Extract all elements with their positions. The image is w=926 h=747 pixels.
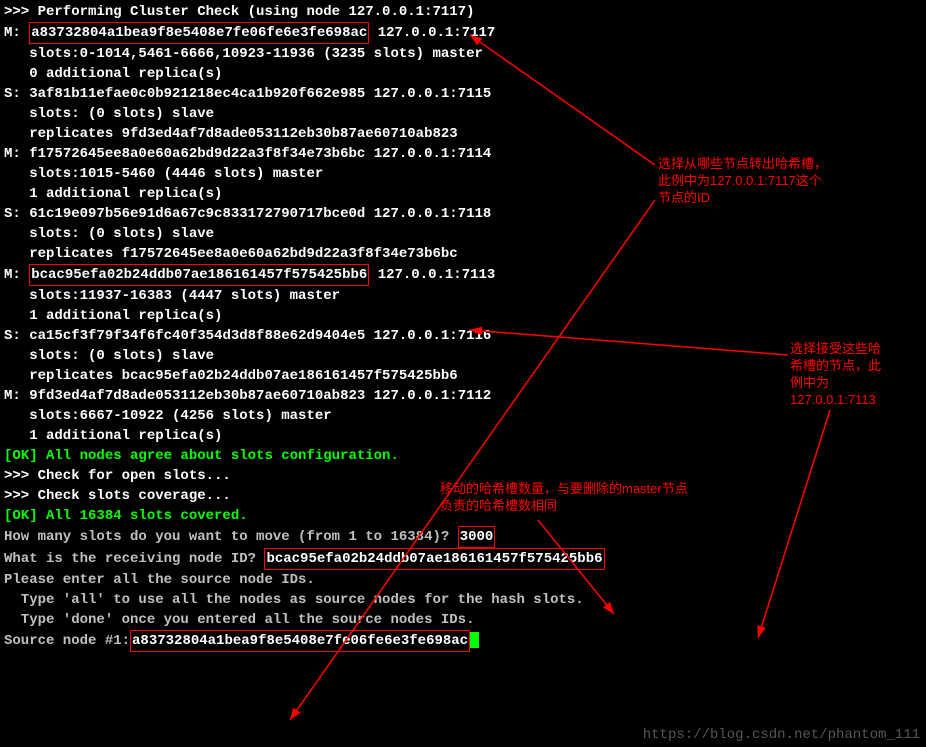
node-id-boxed: bcac95efa02b24ddb07ae186161457f575425bb6 — [29, 264, 369, 286]
slots-line: slots:0-1014,5461-6666,10923-11936 (3235… — [4, 44, 922, 64]
annotation-slot-count: 移动的哈希槽数量，与要删除的master节点负责的哈希槽数相同 — [440, 480, 800, 514]
prompt-source-all: Type 'all' to use all the nodes as sourc… — [4, 590, 922, 610]
node-line: S: 61c19e097b56e91d6a67c9c833172790717bc… — [4, 204, 922, 224]
ok-slots-config: [OK] All nodes agree about slots configu… — [4, 446, 922, 466]
answer-source-node-id: a83732804a1bea9f8e5408e7fe06fe6e3fe698ac — [130, 630, 470, 652]
slots-line: slots: (0 slots) slave — [4, 224, 922, 244]
prompt-source-intro: Please enter all the source node IDs. — [4, 570, 922, 590]
node-line: S: 3af81b11efae0c0b921218ec4ca1b920f662e… — [4, 84, 922, 104]
annotation-receiving-node: 选择接受这些哈希槽的节点，此例中为127.0.0.1:7113 — [790, 340, 926, 408]
node-line: M: a83732804a1bea9f8e5408e7fe06fe6e3fe69… — [4, 22, 922, 44]
node-id-boxed: a83732804a1bea9f8e5408e7fe06fe6e3fe698ac — [29, 22, 369, 44]
answer-slot-count: 3000 — [458, 526, 496, 548]
node-line: M: bcac95efa02b24ddb07ae186161457f575425… — [4, 264, 922, 286]
replicas-line: 1 additional replica(s) — [4, 426, 922, 446]
terminal-output: >>> Performing Cluster Check (using node… — [0, 0, 926, 654]
slots-line: slots:6667-10922 (4256 slots) master — [4, 406, 922, 426]
replicas-line: 1 additional replica(s) — [4, 306, 922, 326]
prompt-how-many-slots[interactable]: How many slots do you want to move (from… — [4, 526, 922, 548]
slots-line: slots: (0 slots) slave — [4, 346, 922, 366]
slots-line: slots: (0 slots) slave — [4, 104, 922, 124]
prompt-source-done: Type 'done' once you entered all the sou… — [4, 610, 922, 630]
node-line: M: 9fd3ed4af7d8ade053112eb30b87ae60710ab… — [4, 386, 922, 406]
node-line: S: ca15cf3f79f34f6fc40f354d3d8f88e62d940… — [4, 326, 922, 346]
terminal-cursor-icon — [470, 632, 479, 648]
replicas-line: replicates 9fd3ed4af7d8ade053112eb30b87a… — [4, 124, 922, 144]
annotation-source-node: 选择从哪些节点转出哈希槽，此例中为127.0.0.1:7117这个节点的ID — [658, 155, 918, 206]
replicas-line: replicates bcac95efa02b24ddb07ae18616145… — [4, 366, 922, 386]
prompt-source-node-1[interactable]: Source node #1:a83732804a1bea9f8e5408e7f… — [4, 630, 922, 652]
prompt-receiving-node[interactable]: What is the receiving node ID? bcac95efa… — [4, 548, 922, 570]
replicas-line: replicates f17572645ee8a0e60a62bd9d22a3f… — [4, 244, 922, 264]
replicas-line: 0 additional replica(s) — [4, 64, 922, 84]
watermark-text: https://blog.csdn.net/phantom_111 — [643, 725, 920, 745]
cluster-check-header: >>> Performing Cluster Check (using node… — [4, 2, 922, 22]
answer-receiving-node-id: bcac95efa02b24ddb07ae186161457f575425bb6 — [264, 548, 604, 570]
slots-line: slots:11937-16383 (4447 slots) master — [4, 286, 922, 306]
